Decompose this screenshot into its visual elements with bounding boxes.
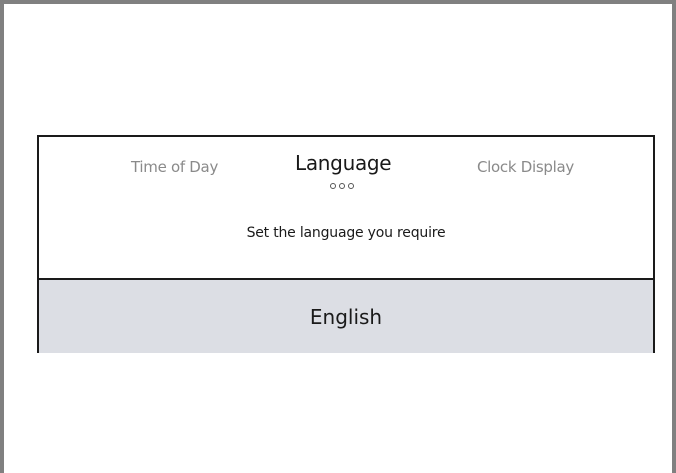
tab-time-of-day[interactable]: Time of Day <box>131 158 218 176</box>
language-selector[interactable]: English <box>39 278 653 353</box>
instruction-text: Set the language you require <box>246 225 446 241</box>
tab-language[interactable]: Language <box>295 151 392 175</box>
settings-panel: Time of Day Language Clock Display Set t… <box>37 135 655 353</box>
page-indicator-dot <box>330 183 336 189</box>
page-indicator <box>330 183 354 189</box>
page-indicator-dot <box>339 183 345 189</box>
page-indicator-dot <box>348 183 354 189</box>
selected-language: English <box>309 304 383 329</box>
tab-clock-display[interactable]: Clock Display <box>477 158 574 176</box>
device-frame: Time of Day Language Clock Display Set t… <box>0 0 676 473</box>
